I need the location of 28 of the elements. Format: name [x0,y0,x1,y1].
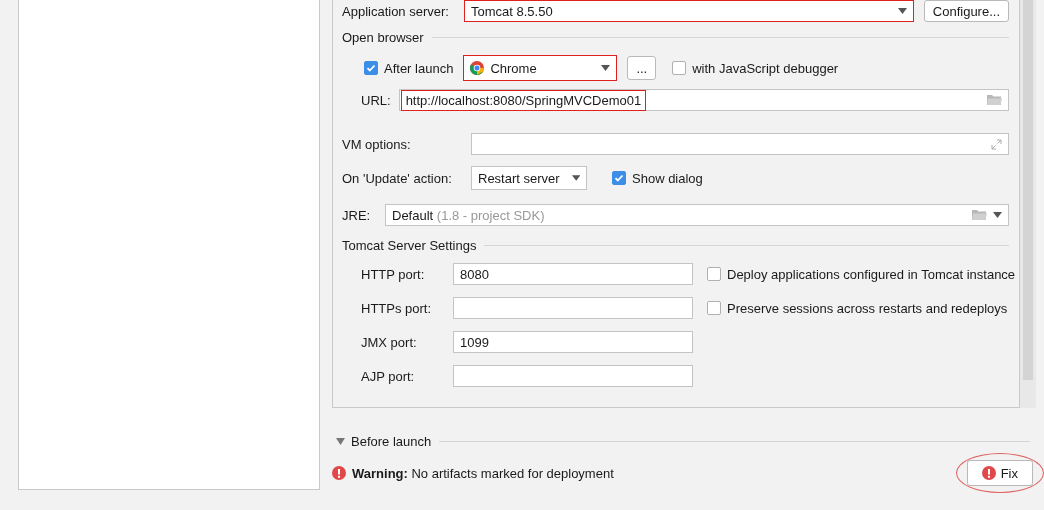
field-label: URL: [361,92,391,108]
field-label: Application server: [342,3,450,19]
section-title: Open browser [342,30,424,45]
field-label: AJP port: [361,368,416,384]
configure-button[interactable]: Configure... [923,0,1009,22]
browser-dropdown[interactable]: Chrome [463,55,618,81]
option-checkbox[interactable]: Preserve sessions across restarts and redeploys [707,300,1016,316]
field-label: HTTPs port: [361,300,433,316]
more-button[interactable]: ... [627,56,657,80]
server-dropdown[interactable]: Tomcat 8.5.50 [464,0,914,22]
after-launch-checkbox[interactable]: After launch [364,60,454,76]
jre-dropdown[interactable]: Default (1.8 - project SDK) [385,204,1009,226]
js-debugger-checkbox[interactable]: with JavaScript debugger [672,60,839,76]
section-title: Tomcat Server Settings [342,238,477,253]
url-field[interactable]: http://localhost:8080/SpringMVCDemo01 [398,89,1009,111]
warning-message: Warning: No artifacts marked for deployment [352,465,615,481]
field-label: JRE: [342,207,372,223]
before-launch-toggle[interactable]: Before launch [332,434,432,449]
field-label: On 'Update' action: [342,170,453,186]
option-checkbox[interactable]: Deploy applications configured in Tomcat instance [707,266,1016,282]
field-label: VM options: [342,136,412,152]
field-label: JMX port: [361,334,418,350]
update-action-dropdown[interactable]: Restart server [471,166,587,190]
port-field[interactable]: 1099 [453,331,693,353]
fix-button[interactable]: Fix [966,460,1033,486]
show-dialog-checkbox[interactable]: Show dialog [612,170,703,186]
port-field[interactable]: 8080 [453,263,693,285]
field-label: HTTP port: [361,266,426,282]
